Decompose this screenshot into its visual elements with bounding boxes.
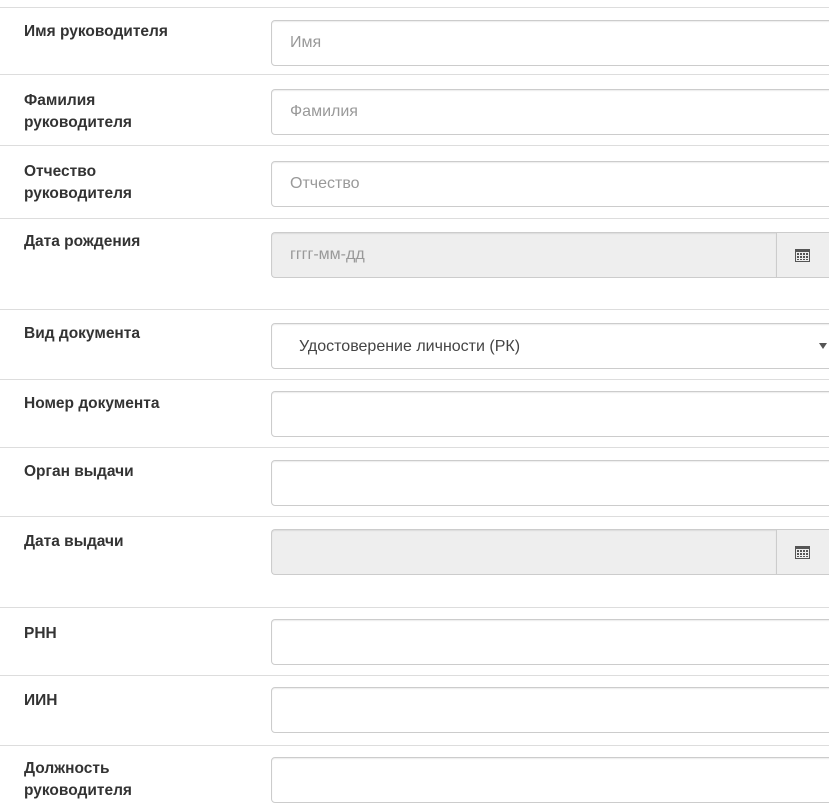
issue-date-input[interactable] [271, 529, 776, 575]
last-name-input[interactable] [271, 89, 829, 135]
rnn-input[interactable] [271, 619, 829, 665]
calendar-icon [795, 546, 810, 559]
document-type-select[interactable]: Удостоверение личности (РК) [271, 323, 829, 369]
form-row-issuing-authority: Орган выдачи [0, 447, 829, 516]
form-row-rnn: РНН [0, 607, 829, 675]
first-name-input[interactable] [271, 20, 829, 66]
rnn-label: РНН [24, 625, 57, 642]
caret-down-icon [819, 343, 827, 349]
position-label: Должность руководителя [24, 760, 132, 799]
form-row-birth-date: Дата рождения [0, 218, 829, 309]
manager-details-form: Имя руководителя Фамилия руководителя От… [0, 0, 829, 803]
last-name-label: Фамилия руководителя [24, 92, 132, 131]
birth-date-input[interactable] [271, 232, 776, 278]
iin-label: ИИН [24, 692, 58, 709]
issuing-authority-label: Орган выдачи [24, 463, 134, 480]
form-row-document-number: Номер документа [0, 379, 829, 447]
iin-input[interactable] [271, 687, 829, 733]
form-row-document-type: Вид документа Удостоверение личности (РК… [0, 309, 829, 379]
birth-date-calendar-button[interactable] [776, 232, 829, 278]
position-input[interactable] [271, 757, 829, 803]
document-number-label: Номер документа [24, 395, 160, 412]
document-type-label: Вид документа [24, 325, 141, 342]
form-row-issue-date: Дата выдачи [0, 516, 829, 607]
issue-date-calendar-button[interactable] [776, 529, 829, 575]
form-row-first-name: Имя руководителя [0, 7, 829, 74]
birth-date-label: Дата рождения [24, 233, 141, 250]
issuing-authority-input[interactable] [271, 460, 829, 506]
form-row-iin: ИИН [0, 675, 829, 745]
document-number-input[interactable] [271, 391, 829, 437]
patronymic-input[interactable] [271, 161, 829, 207]
patronymic-label: Отчество руководителя [24, 163, 132, 202]
form-row-last-name: Фамилия руководителя [0, 74, 829, 145]
calendar-icon [795, 249, 810, 262]
first-name-label: Имя руководителя [24, 23, 168, 40]
form-row-patronymic: Отчество руководителя [0, 145, 829, 218]
form-row-position: Должность руководителя [0, 745, 829, 803]
document-type-selected-value: Удостоверение личности (РК) [299, 338, 521, 355]
issue-date-label: Дата выдачи [24, 533, 124, 550]
